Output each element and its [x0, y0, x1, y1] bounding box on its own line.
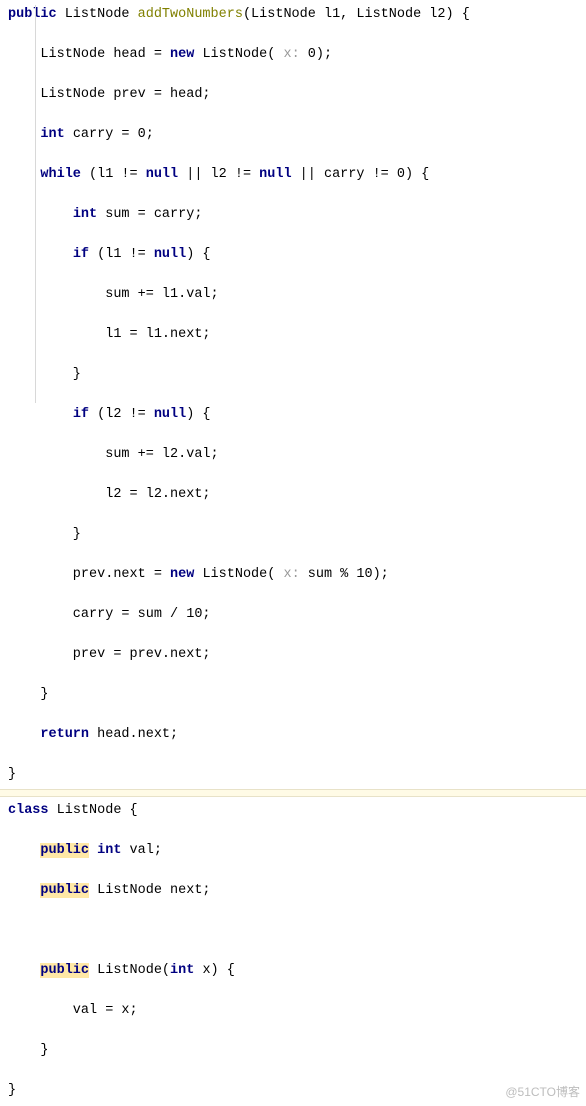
code-line: }	[8, 765, 578, 785]
code-line: int carry = 0;	[8, 125, 578, 145]
code-line: prev.next = new ListNode( x: sum % 10);	[8, 565, 578, 585]
keyword-int: int	[73, 207, 97, 222]
code-line: val = x;	[8, 1001, 578, 1021]
keyword-int: int	[40, 127, 64, 142]
code-line: public ListNode(int x) {	[8, 961, 578, 981]
code-line: l1 = l1.next;	[8, 325, 578, 345]
keyword-while: while	[40, 167, 81, 182]
keyword-public: public	[8, 7, 57, 22]
code-line: if (l1 != null) {	[8, 245, 578, 265]
code-line: sum += l2.val;	[8, 445, 578, 465]
code-line: }	[8, 1081, 578, 1101]
code-line: public int val;	[8, 841, 578, 861]
indent-guide	[35, 5, 36, 403]
code-line: ListNode prev = head;	[8, 85, 578, 105]
keyword-new: new	[170, 567, 194, 582]
keyword-return: return	[40, 727, 89, 742]
keyword-class: class	[8, 803, 49, 818]
code-line: if (l2 != null) {	[8, 405, 578, 425]
code-line: prev = prev.next;	[8, 645, 578, 665]
keyword-null: null	[259, 167, 291, 182]
section-separator	[0, 789, 586, 797]
method-name: addTwoNumbers	[138, 7, 243, 22]
code-line: class ListNode {	[8, 801, 578, 821]
code-line: carry = sum / 10;	[8, 605, 578, 625]
code-block-2: class ListNode { public int val; public …	[8, 801, 578, 1101]
code-line: int sum = carry;	[8, 205, 578, 225]
keyword-null: null	[146, 167, 178, 182]
code-line: }	[8, 1041, 578, 1061]
code-line: }	[8, 685, 578, 705]
keyword-if: if	[73, 247, 89, 262]
keyword-null: null	[154, 407, 186, 422]
code-block-1: public ListNode addTwoNumbers(ListNode l…	[8, 5, 578, 785]
keyword-public: public	[40, 843, 89, 858]
code-line: }	[8, 365, 578, 385]
param-hint: x:	[283, 47, 299, 62]
code-line: return head.next;	[8, 725, 578, 745]
code-line: sum += l1.val;	[8, 285, 578, 305]
code-line: ListNode head = new ListNode( x: 0);	[8, 45, 578, 65]
code-line: public ListNode next;	[8, 881, 578, 901]
keyword-new: new	[170, 47, 194, 62]
keyword-null: null	[154, 247, 186, 262]
code-line: }	[8, 525, 578, 545]
code-line	[8, 921, 578, 941]
code-line: while (l1 != null || l2 != null || carry…	[8, 165, 578, 185]
keyword-int: int	[170, 963, 194, 978]
keyword-public: public	[40, 963, 89, 978]
code-line: l2 = l2.next;	[8, 485, 578, 505]
keyword-if: if	[73, 407, 89, 422]
keyword-int: int	[97, 843, 121, 858]
keyword-public: public	[40, 883, 89, 898]
param-hint: x:	[283, 567, 299, 582]
code-line: public ListNode addTwoNumbers(ListNode l…	[8, 5, 578, 25]
